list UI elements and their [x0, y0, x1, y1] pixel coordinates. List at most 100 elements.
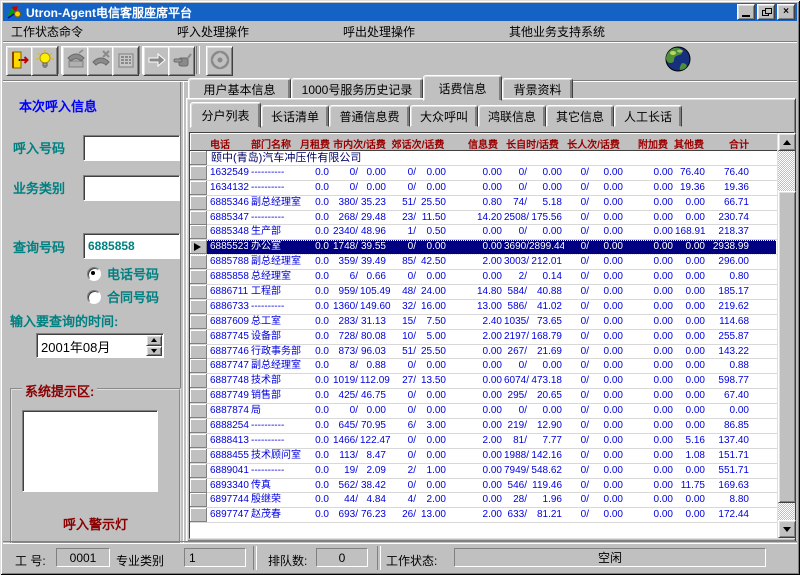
service-type-input[interactable]: [83, 175, 180, 201]
menu-other-systems[interactable]: 其他业务支持系统: [509, 21, 605, 42]
caller-number-input[interactable]: [83, 135, 180, 161]
minimize-button[interactable]: [737, 4, 755, 20]
row-header[interactable]: [190, 374, 207, 388]
end-call-button[interactable]: [87, 46, 114, 76]
restore-button[interactable]: [757, 4, 775, 20]
dial-button[interactable]: [206, 46, 233, 76]
table-row[interactable]: 6885348生产部0.02340/48.961/0.500.000/0.000…: [190, 225, 794, 240]
menu-outbound-ops[interactable]: 呼出处理操作: [343, 21, 415, 42]
row-header[interactable]: [190, 196, 207, 210]
spin-down-button[interactable]: [146, 346, 162, 357]
header-local-calls[interactable]: 市内次/话费: [331, 133, 388, 150]
answer-call-button[interactable]: [62, 46, 89, 76]
subtab-mass-call[interactable]: 大众呼叫: [410, 105, 478, 127]
table-row[interactable]: 6886733----------0.01360/149.6032/16.001…: [190, 300, 794, 315]
table-row[interactable]: 6886711工程部0.0959/105.4948/24.0014.80584/…: [190, 285, 794, 300]
table-row[interactable]: 6885858总经理室0.06/0.660/0.000.002/0.140/0.…: [190, 270, 794, 285]
table-row[interactable]: 6893340传真0.0562/38.420/0.000.00546/119.4…: [190, 479, 794, 494]
header-manual-ld-calls[interactable]: 长人次/话费: [565, 133, 622, 150]
row-header[interactable]: [190, 270, 207, 284]
tab-billing-info[interactable]: 话费信息: [423, 75, 502, 101]
header-info-fee[interactable]: 信息费: [448, 133, 500, 150]
header-surcharge[interactable]: 附加费: [622, 133, 670, 150]
table-row[interactable]: 6888413----------0.01466/122.470/0.002.0…: [190, 434, 794, 449]
table-row[interactable]: 1632549----------0.00/0.000/0.000.000/0.…: [190, 166, 794, 181]
company-row[interactable]: 颐中(青岛)汽车冲压件有限公司: [190, 151, 794, 166]
row-header[interactable]: [190, 434, 207, 448]
table-row[interactable]: 6887745设备部0.0728/80.0810/5.002.002197/16…: [190, 330, 794, 345]
table-row[interactable]: 6885523办公室0.01748/39.550/0.000.003690/28…: [190, 240, 794, 255]
dialpad-button[interactable]: [112, 46, 139, 76]
row-header[interactable]: [190, 419, 207, 433]
system-prompt-area[interactable]: [22, 410, 158, 492]
menu-work-status[interactable]: 工作状态命令: [11, 21, 83, 42]
table-row[interactable]: 6887874局0.00/0.000/0.000.000/0.000/0.000…: [190, 404, 794, 419]
vertical-scrollbar[interactable]: [777, 133, 794, 538]
row-header[interactable]: [190, 240, 207, 254]
subtab-manual-long-distance[interactable]: 人工长话: [614, 105, 682, 127]
header-phone[interactable]: 电话: [207, 133, 248, 150]
query-month-field[interactable]: 2001年08月: [36, 333, 164, 358]
ready-button[interactable]: [31, 46, 58, 76]
table-row[interactable]: 1634132----------0.00/0.000/0.000.000/0.…: [190, 181, 794, 196]
scrollbar-thumb[interactable]: [778, 191, 796, 503]
subtab-honglian-info[interactable]: 鸿联信息: [478, 105, 546, 127]
table-row[interactable]: 6897747赵茂春0.0693/76.2326/13.002.00633/81…: [190, 508, 794, 523]
query-number-input[interactable]: [83, 233, 180, 259]
row-header[interactable]: [190, 493, 207, 507]
header-total[interactable]: 合计: [706, 133, 776, 150]
forward-button[interactable]: [143, 46, 170, 76]
row-header[interactable]: [190, 479, 207, 493]
close-button[interactable]: ×: [777, 4, 795, 20]
subtab-other-info[interactable]: 其它信息: [546, 105, 614, 127]
row-header[interactable]: [190, 359, 207, 373]
exit-button[interactable]: [6, 46, 33, 76]
row-header[interactable]: [190, 449, 207, 463]
row-header[interactable]: [190, 211, 207, 225]
table-row[interactable]: 6887748技术部0.01019/112.0927/13.500.006074…: [190, 374, 794, 389]
cell: 172.44: [707, 508, 776, 522]
menu-inbound-ops[interactable]: 呼入处理操作: [177, 21, 249, 42]
table-row[interactable]: 6897744殷继荣0.044/4.844/2.000.0028/1.960/0…: [190, 493, 794, 508]
table-row[interactable]: 6889041----------0.019/2.092/1.000.00794…: [190, 464, 794, 479]
row-header[interactable]: [190, 255, 207, 269]
scroll-up-button[interactable]: [778, 133, 796, 151]
header-suburb-calls[interactable]: 郊话次/话费: [388, 133, 448, 150]
header-other-fee[interactable]: 其他费: [670, 133, 706, 150]
table-row[interactable]: 6887746行政事务部0.0873/96.0351/25.500.00267/…: [190, 345, 794, 360]
table-row[interactable]: 6885346副总经理室0.0380/35.2351/25.500.8074/5…: [190, 196, 794, 211]
subtab-long-distance-list[interactable]: 长话清单: [261, 105, 329, 127]
header-department[interactable]: 部门名称: [248, 133, 300, 150]
tab-background-info[interactable]: 背景资料: [502, 78, 573, 100]
table-row[interactable]: 6887747副总经理室0.08/0.880/0.000.000/0.000/0…: [190, 359, 794, 374]
table-row[interactable]: 6888254----------0.0645/70.956/3.000.002…: [190, 419, 794, 434]
radio-contract-number[interactable]: 合同号码: [87, 287, 159, 306]
row-header[interactable]: [190, 285, 207, 299]
spin-up-button[interactable]: [146, 335, 162, 346]
radio-phone-number[interactable]: 电话号码: [87, 264, 159, 283]
subtab-account-list[interactable]: 分户列表: [190, 102, 261, 128]
row-header[interactable]: [190, 166, 207, 180]
row-header[interactable]: [190, 508, 207, 522]
subtab-common-info-fee[interactable]: 普通信息费: [329, 105, 410, 127]
row-header[interactable]: [190, 389, 207, 403]
table-row[interactable]: 6888455技术顾问室0.0113/8.470/0.000.001988/14…: [190, 449, 794, 464]
scroll-down-button[interactable]: [778, 520, 796, 538]
row-header[interactable]: [190, 330, 207, 344]
row-header[interactable]: [190, 225, 207, 239]
table-row[interactable]: 6885788副总经理室0.0359/39.4985/42.502.003003…: [190, 255, 794, 270]
tab-user-basic-info[interactable]: 用户基本信息: [188, 78, 291, 100]
row-header[interactable]: [190, 345, 207, 359]
row-header[interactable]: [190, 404, 207, 418]
row-header[interactable]: [190, 300, 207, 314]
tab-1000-service-history[interactable]: 1000号服务历史记录: [291, 78, 423, 100]
table-row[interactable]: 6887749销售部0.0425/46.750/0.000.00295/20.6…: [190, 389, 794, 404]
row-header[interactable]: [190, 464, 207, 478]
header-monthly-rent[interactable]: 月租费: [300, 133, 331, 150]
table-row[interactable]: 6887609总工室0.0283/31.1315/7.502.401035/73…: [190, 315, 794, 330]
row-header[interactable]: [190, 315, 207, 329]
table-row[interactable]: 6885347----------0.0268/29.4823/11.5014.…: [190, 211, 794, 226]
header-auto-ld-calls[interactable]: 长自时/话费: [500, 133, 565, 150]
row-header[interactable]: [190, 181, 207, 195]
transfer-button[interactable]: [168, 46, 195, 76]
